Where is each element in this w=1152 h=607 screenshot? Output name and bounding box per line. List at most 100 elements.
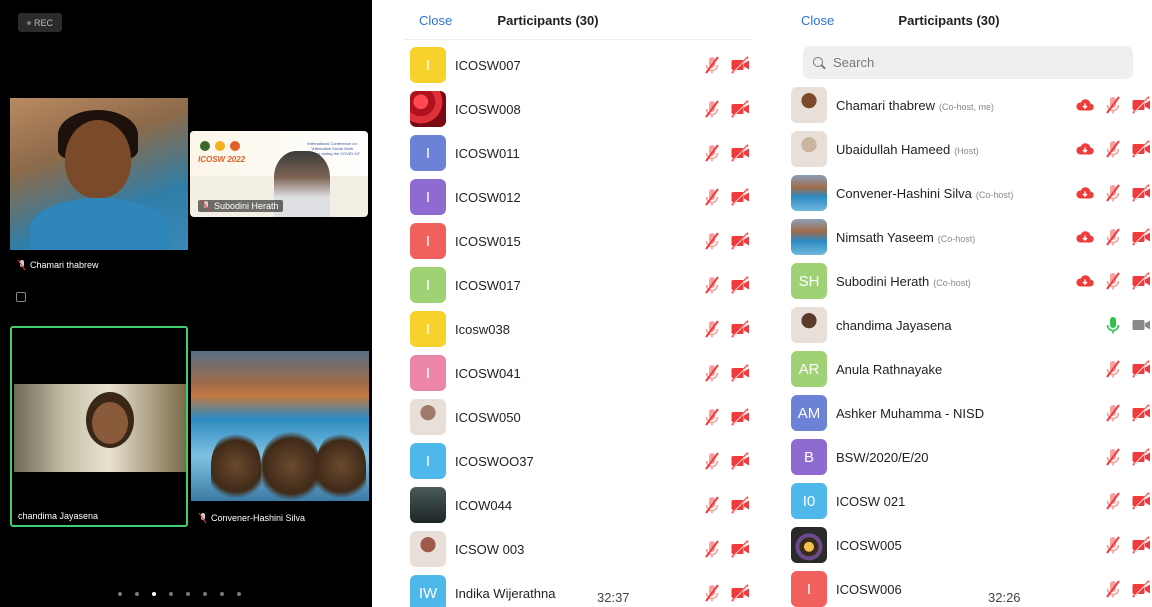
video-off-icon[interactable]	[730, 539, 750, 559]
mic-muted-icon[interactable]	[1103, 227, 1123, 247]
participant-row[interactable]: B BSW/2020/E/20	[791, 435, 1151, 479]
video-off-icon[interactable]	[1131, 359, 1151, 379]
participant-name: Anula Rathnayake	[836, 361, 943, 377]
mic-muted-icon[interactable]	[1103, 183, 1123, 203]
participant-row[interactable]: I ICOSW017	[410, 263, 750, 307]
mic-muted-icon[interactable]	[702, 319, 722, 339]
mic-muted-icon[interactable]	[1103, 139, 1123, 159]
mic-muted-icon[interactable]	[1103, 271, 1123, 291]
participant-name: Icosw038	[455, 321, 510, 337]
video-off-icon[interactable]	[1131, 403, 1151, 423]
video-off-icon[interactable]	[730, 583, 750, 603]
participant-row[interactable]: AM Ashker Muhamma - NISD	[791, 391, 1151, 435]
cloud-recording-icon[interactable]	[1075, 227, 1095, 247]
mic-muted-icon[interactable]	[702, 583, 722, 603]
participant-row[interactable]: IW Indika Wijerathna	[410, 571, 750, 607]
mic-muted-icon[interactable]	[702, 407, 722, 427]
cloud-recording-icon[interactable]	[1075, 139, 1095, 159]
mic-muted-icon[interactable]	[1103, 447, 1123, 467]
participant-row[interactable]: I ICOSW041	[410, 351, 750, 395]
video-icon[interactable]	[1131, 315, 1151, 335]
mic-muted-icon[interactable]	[1103, 95, 1123, 115]
participant-row[interactable]: Chamari thabrew (Co-host, me)	[791, 83, 1151, 127]
mic-muted-icon[interactable]	[702, 99, 722, 119]
video-off-icon[interactable]	[730, 275, 750, 295]
video-tile-chamari[interactable]	[10, 98, 188, 250]
search-field[interactable]	[803, 46, 1133, 79]
mic-muted-icon[interactable]	[1103, 359, 1123, 379]
mic-muted-icon[interactable]	[702, 451, 722, 471]
participant-row[interactable]: I ICOSW015	[410, 219, 750, 263]
participant-row[interactable]: Convener-Hashini Silva (Co-host)	[791, 171, 1151, 215]
page-indicator[interactable]	[118, 592, 241, 596]
page-dot[interactable]	[203, 592, 207, 596]
participant-row[interactable]: I ICOSWOO37	[410, 439, 750, 483]
mic-muted-icon[interactable]	[702, 143, 722, 163]
video-off-icon[interactable]	[1131, 271, 1151, 291]
video-off-icon[interactable]	[1131, 579, 1151, 599]
participant-row[interactable]: AR Anula Rathnayake	[791, 347, 1151, 391]
mic-icon[interactable]	[1103, 315, 1123, 335]
participant-row[interactable]: I0 ICOSW 021	[791, 479, 1151, 523]
participant-controls	[702, 231, 750, 251]
video-off-icon[interactable]	[730, 187, 750, 207]
mic-muted-icon[interactable]	[1103, 491, 1123, 511]
participant-row[interactable]: I ICOSW007	[410, 43, 750, 87]
mic-muted-icon[interactable]	[1103, 535, 1123, 555]
page-dot[interactable]	[186, 592, 190, 596]
participant-row[interactable]: Nimsath Yaseem (Co-host)	[791, 215, 1151, 259]
video-off-icon[interactable]	[1131, 447, 1151, 467]
video-off-icon[interactable]	[1131, 491, 1151, 511]
mic-muted-icon[interactable]	[702, 539, 722, 559]
cloud-recording-icon[interactable]	[1075, 95, 1095, 115]
participant-row[interactable]: ICOSW050	[410, 395, 750, 439]
video-off-icon[interactable]	[730, 143, 750, 163]
participant-row[interactable]: ICOW044	[410, 483, 750, 527]
mic-muted-icon[interactable]	[1103, 403, 1123, 423]
participant-row[interactable]: Ubaidullah Hameed (Host)	[791, 127, 1151, 171]
cloud-recording-icon[interactable]	[1075, 183, 1095, 203]
mic-muted-icon[interactable]	[702, 495, 722, 515]
mic-muted-icon[interactable]	[702, 231, 722, 251]
video-off-icon[interactable]	[730, 319, 750, 339]
page-dot[interactable]	[152, 592, 156, 596]
video-off-icon[interactable]	[730, 55, 750, 75]
search-input[interactable]	[833, 55, 1083, 70]
mic-muted-icon[interactable]	[702, 187, 722, 207]
page-dot[interactable]	[237, 592, 241, 596]
video-off-icon[interactable]	[730, 495, 750, 515]
video-tile-subodini[interactable]: ICOSW 2022 International Conference on "…	[190, 131, 368, 217]
participant-row[interactable]: SH Subodini Herath (Co-host)	[791, 259, 1151, 303]
participant-row[interactable]: chandima Jayasena	[791, 303, 1151, 347]
video-off-icon[interactable]	[1131, 183, 1151, 203]
video-off-icon[interactable]	[1131, 95, 1151, 115]
participant-row[interactable]: I ICOSW006	[791, 567, 1151, 607]
mic-muted-icon[interactable]	[702, 55, 722, 75]
pin-icon[interactable]	[16, 292, 26, 302]
page-dot[interactable]	[135, 592, 139, 596]
participant-row[interactable]: I ICOSW011	[410, 131, 750, 175]
participant-row[interactable]: I ICOSW012	[410, 175, 750, 219]
participant-row[interactable]: ICSOW 003	[410, 527, 750, 571]
participant-name: chandima Jayasena	[836, 317, 952, 333]
mic-muted-icon[interactable]	[1103, 579, 1123, 599]
video-off-icon[interactable]	[1131, 227, 1151, 247]
video-off-icon[interactable]	[1131, 139, 1151, 159]
mic-muted-icon[interactable]	[702, 275, 722, 295]
cloud-recording-icon[interactable]	[1075, 271, 1095, 291]
mic-muted-icon[interactable]	[702, 363, 722, 383]
participant-row[interactable]: ICOSW005	[791, 523, 1151, 567]
page-dot[interactable]	[118, 592, 122, 596]
video-off-icon[interactable]	[730, 363, 750, 383]
participant-row[interactable]: ICOSW008	[410, 87, 750, 131]
page-dot[interactable]	[220, 592, 224, 596]
video-off-icon[interactable]	[1131, 535, 1151, 555]
participant-row[interactable]: I Icosw038	[410, 307, 750, 351]
video-tile-convener[interactable]	[191, 351, 369, 501]
video-tile-chandima-active-speaker[interactable]: chandima Jayasena	[10, 326, 188, 527]
video-off-icon[interactable]	[730, 231, 750, 251]
video-off-icon[interactable]	[730, 451, 750, 471]
video-off-icon[interactable]	[730, 407, 750, 427]
video-off-icon[interactable]	[730, 99, 750, 119]
page-dot[interactable]	[169, 592, 173, 596]
